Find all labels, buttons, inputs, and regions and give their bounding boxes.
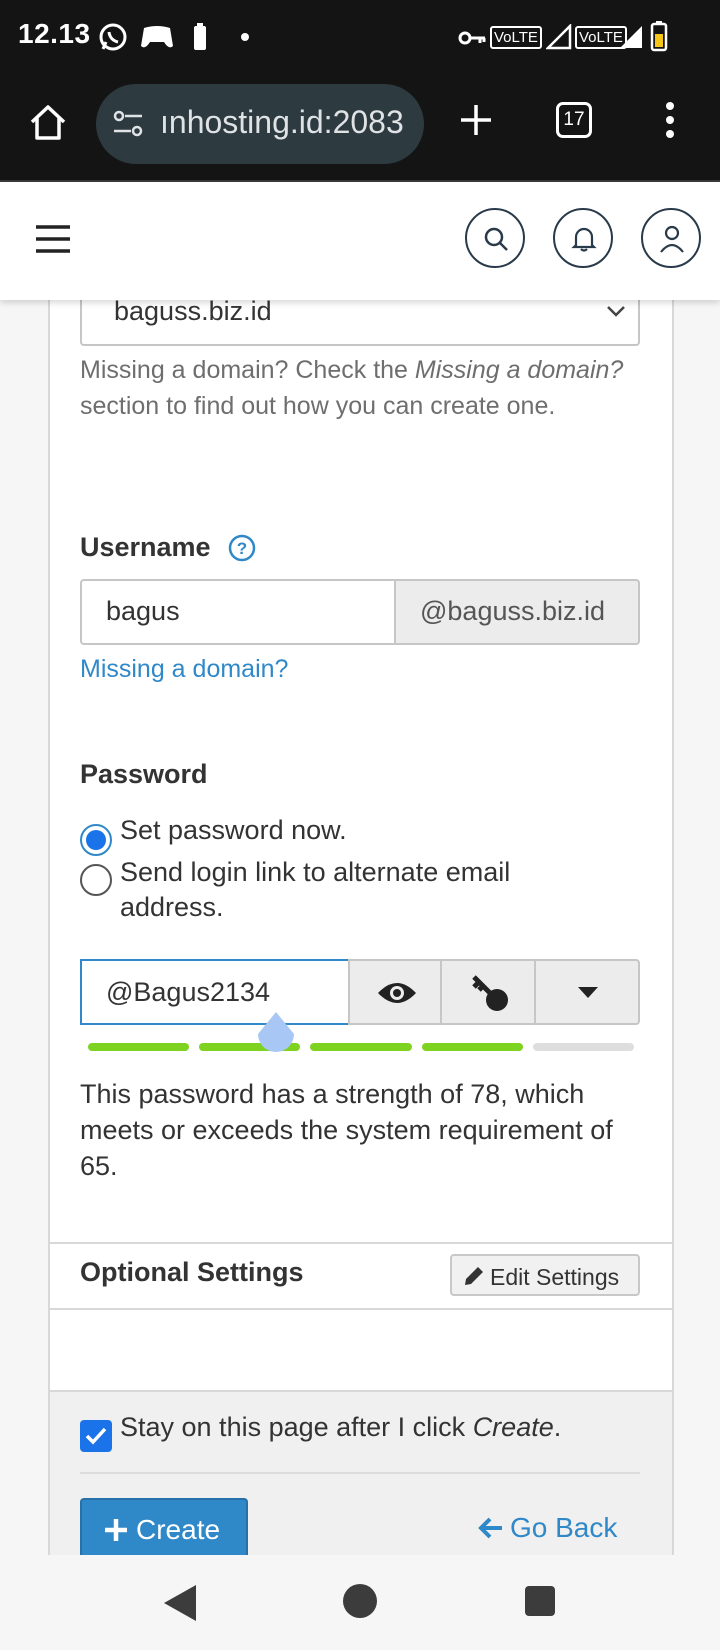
battery-saver-icon bbox=[194, 23, 206, 50]
radio-send-login-link-label[interactable]: Send login link to alternate email addre… bbox=[120, 855, 590, 925]
more-vert-icon[interactable] bbox=[662, 100, 678, 140]
optional-settings-label: Optional Settings bbox=[80, 1257, 304, 1287]
battery-icon bbox=[650, 21, 668, 52]
home-nav-icon[interactable] bbox=[342, 1583, 378, 1619]
app-header bbox=[0, 182, 720, 300]
radio-set-password-label[interactable]: Set password now. bbox=[120, 815, 347, 846]
user-icon bbox=[660, 225, 684, 253]
create-button[interactable]: Create bbox=[80, 1498, 248, 1557]
key-icon bbox=[472, 975, 508, 1011]
chevron-down-icon bbox=[607, 306, 625, 317]
search-button[interactable] bbox=[465, 208, 525, 268]
new-tab-icon[interactable] bbox=[458, 102, 494, 138]
show-password-button[interactable] bbox=[348, 959, 442, 1025]
create-email-form: baguss.biz.id Missing a domain? Check th… bbox=[48, 280, 674, 1557]
tab-switcher-button[interactable]: 17 bbox=[556, 102, 592, 138]
password-strength-meter bbox=[88, 1043, 634, 1053]
signal-icon-2 bbox=[620, 26, 642, 48]
username-value[interactable]: bagus bbox=[106, 596, 180, 627]
home-icon[interactable] bbox=[28, 102, 68, 142]
domain-help-text: Missing a domain? Check the Missing a do… bbox=[80, 356, 624, 420]
username-domain-addon: @baguss.biz.id bbox=[394, 579, 640, 645]
vpn-key-icon bbox=[458, 31, 486, 45]
pencil-icon bbox=[465, 1267, 483, 1285]
site-settings-icon[interactable] bbox=[112, 108, 144, 140]
arrow-left-icon bbox=[478, 1517, 502, 1539]
svg-text:?: ? bbox=[237, 539, 247, 558]
username-label: Username bbox=[80, 532, 211, 562]
strength-segment bbox=[88, 1043, 190, 1051]
url-text[interactable]: ınhosting.id:2083 bbox=[160, 104, 404, 141]
username-domain-suffix: @baguss.biz.id bbox=[420, 596, 606, 626]
password-value[interactable]: @Bagus2134 bbox=[106, 977, 270, 1008]
divider bbox=[50, 1242, 672, 1244]
form-footer: Stay on this page after I click Create. … bbox=[50, 1390, 672, 1557]
user-account-button[interactable] bbox=[641, 208, 701, 268]
recents-nav-icon[interactable] bbox=[523, 1584, 557, 1618]
username-input[interactable]: bagus bbox=[80, 579, 396, 645]
radio-set-password-now[interactable] bbox=[80, 824, 112, 856]
whatsapp-icon bbox=[99, 23, 127, 51]
stay-on-page-label[interactable]: Stay on this page after I click Create. bbox=[120, 1412, 561, 1443]
divider bbox=[80, 1472, 640, 1474]
bell-icon bbox=[571, 227, 597, 252]
eye-icon bbox=[378, 983, 416, 1003]
gamepad-icon bbox=[141, 26, 173, 48]
text-cursor-handle[interactable] bbox=[256, 1010, 296, 1060]
strength-segment bbox=[310, 1043, 412, 1051]
status-bar: 12.13 VoLTE VoLTE bbox=[0, 0, 720, 76]
password-label: Password bbox=[80, 759, 208, 789]
edit-settings-label: Edit Settings bbox=[490, 1264, 620, 1290]
back-nav-icon[interactable] bbox=[162, 1583, 198, 1623]
browser-toolbar: ınhosting.id:2083 17 bbox=[0, 76, 720, 182]
edit-settings-button[interactable]: Edit Settings bbox=[450, 1254, 640, 1296]
check-icon bbox=[85, 1427, 107, 1445]
radio-selected-dot bbox=[86, 830, 106, 850]
hamburger-menu-icon[interactable] bbox=[36, 224, 70, 254]
divider bbox=[50, 1308, 672, 1310]
radio-send-login-link[interactable] bbox=[80, 864, 112, 896]
password-input[interactable]: @Bagus2134 bbox=[80, 959, 350, 1025]
strength-segment bbox=[421, 1043, 523, 1051]
generate-password-button[interactable] bbox=[440, 959, 536, 1025]
stay-on-page-checkbox[interactable] bbox=[80, 1420, 112, 1452]
strength-segment bbox=[532, 1043, 634, 1051]
caret-down-icon bbox=[578, 987, 598, 998]
dot-icon bbox=[241, 33, 249, 41]
go-back-label: Go Back bbox=[510, 1512, 618, 1543]
system-nav-bar bbox=[0, 1555, 720, 1650]
plus-icon bbox=[105, 1519, 127, 1541]
missing-domain-link[interactable]: Missing a domain? bbox=[80, 655, 288, 684]
notifications-button[interactable] bbox=[553, 208, 613, 268]
password-options-dropdown[interactable] bbox=[534, 959, 640, 1025]
signal-icon bbox=[546, 24, 572, 50]
domain-select-value: baguss.biz.id bbox=[114, 296, 272, 326]
search-icon bbox=[484, 227, 508, 251]
create-button-label: Create bbox=[136, 1514, 221, 1545]
help-icon[interactable]: ? bbox=[228, 534, 256, 562]
status-time: 12.13 bbox=[18, 18, 91, 49]
address-bar[interactable]: ınhosting.id:2083 bbox=[96, 84, 424, 164]
volte-badge: VoLTE bbox=[490, 26, 542, 49]
password-strength-text: This password has a strength of 78, whic… bbox=[80, 1079, 613, 1181]
